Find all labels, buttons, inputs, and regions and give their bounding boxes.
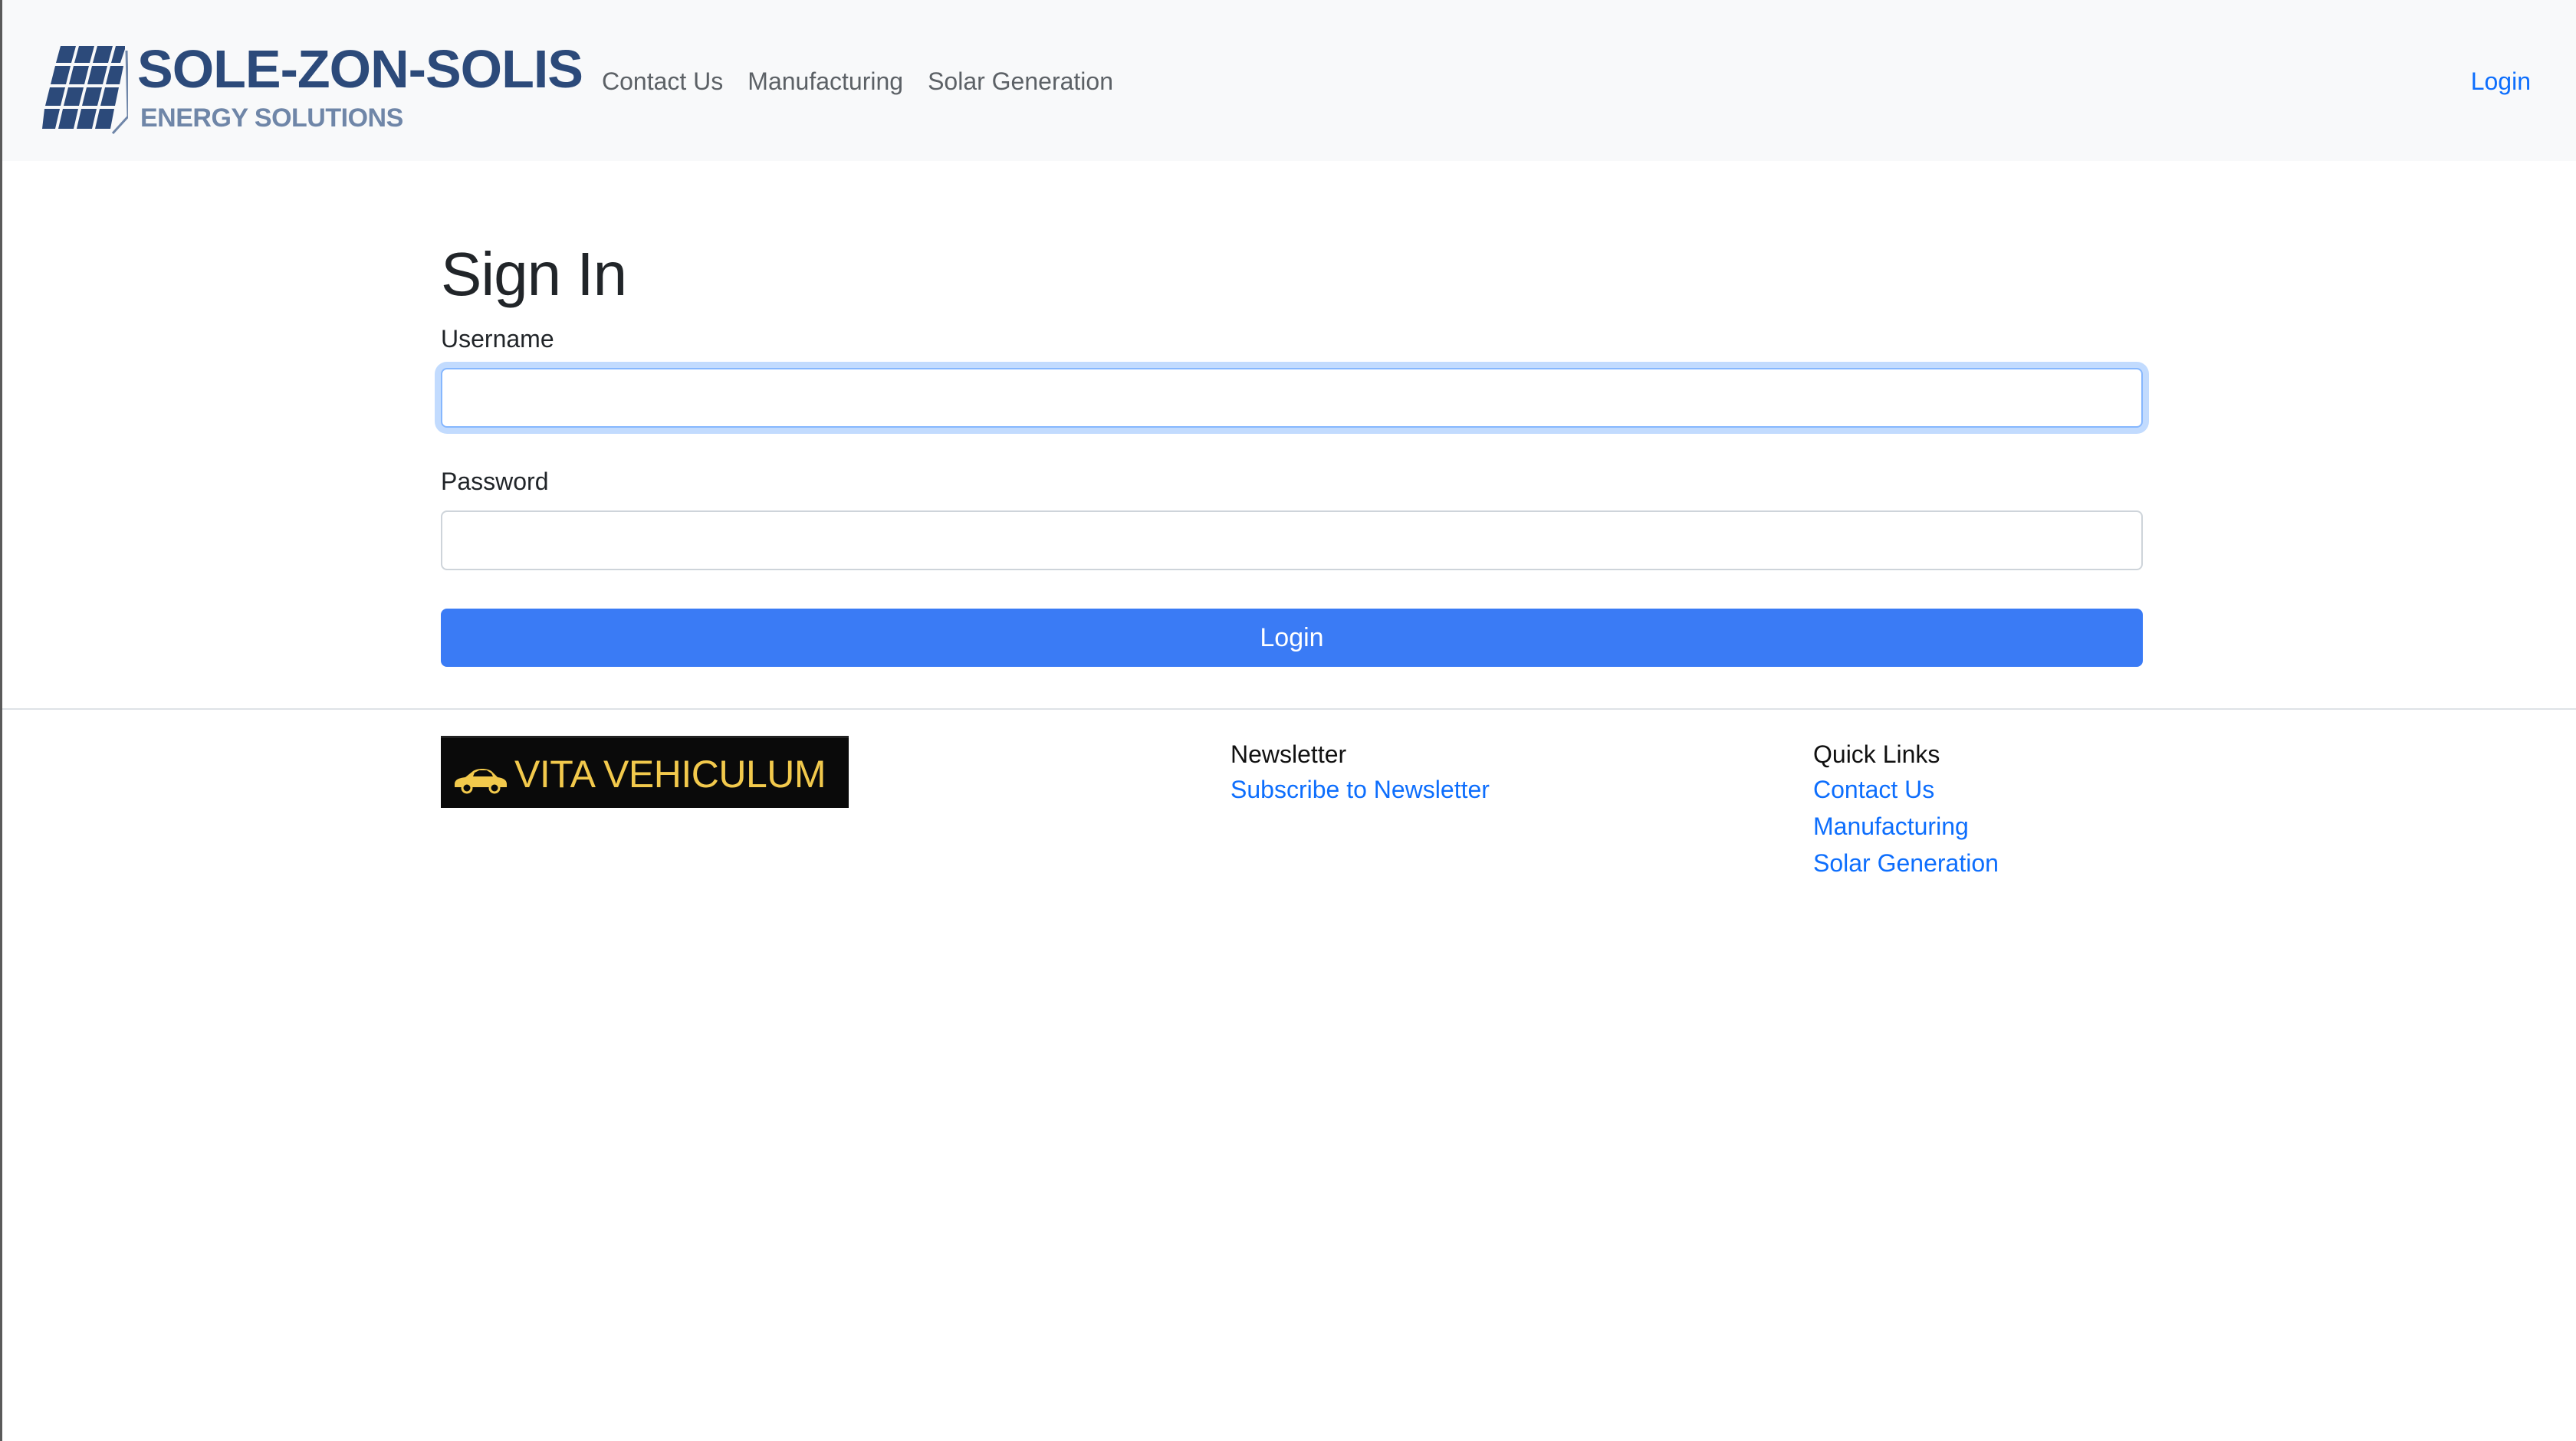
- footer-link-contact-us[interactable]: Contact Us: [1813, 771, 1999, 808]
- sponsor-text: VITA VEHICULUM: [514, 753, 826, 796]
- username-label: Username: [441, 325, 554, 353]
- brand-title: SOLE-ZON-SOLIS: [137, 39, 583, 99]
- footer-divider: [2, 708, 2576, 710]
- nav-links: Contact Us Manufacturing Solar Generatio…: [602, 64, 1113, 98]
- top-navbar: SOLE-ZON-SOLIS ENERGY SOLUTIONS Contact …: [2, 0, 2576, 161]
- brand-subtitle: ENERGY SOLUTIONS: [140, 103, 403, 133]
- nav-login-link[interactable]: Login: [2471, 64, 2531, 98]
- brand-logo-link[interactable]: SOLE-ZON-SOLIS ENERGY SOLUTIONS: [42, 38, 583, 138]
- subscribe-newsletter-link[interactable]: Subscribe to Newsletter: [1230, 771, 1490, 808]
- newsletter-heading: Newsletter: [1230, 740, 1347, 768]
- footer-link-solar-generation[interactable]: Solar Generation: [1813, 845, 1999, 881]
- sign-in-form: Sign In Username Password Login: [441, 238, 2143, 667]
- footer: VITA VEHICULUM Newsletter Subscribe to N…: [441, 736, 2143, 889]
- quick-links-section: Quick Links Contact Us Manufacturing Sol…: [1813, 737, 1999, 881]
- newsletter-section: Newsletter Subscribe to Newsletter: [1230, 737, 1490, 808]
- nav-link-manufacturing[interactable]: Manufacturing: [748, 64, 903, 98]
- solar-panel-icon: [42, 46, 128, 135]
- car-icon: [455, 769, 507, 794]
- sponsor-logo: VITA VEHICULUM: [441, 736, 849, 808]
- quick-links-heading: Quick Links: [1813, 740, 1940, 768]
- username-input[interactable]: [441, 368, 2143, 428]
- browser-viewport: SOLE-ZON-SOLIS ENERGY SOLUTIONS Contact …: [0, 0, 2576, 1441]
- password-input[interactable]: [441, 510, 2143, 570]
- password-label: Password: [441, 468, 549, 495]
- login-button[interactable]: Login: [441, 609, 2143, 667]
- nav-link-solar-generation[interactable]: Solar Generation: [928, 64, 1113, 98]
- footer-link-manufacturing[interactable]: Manufacturing: [1813, 808, 1999, 845]
- page-title: Sign In: [441, 240, 627, 308]
- nav-link-contact-us[interactable]: Contact Us: [602, 64, 723, 98]
